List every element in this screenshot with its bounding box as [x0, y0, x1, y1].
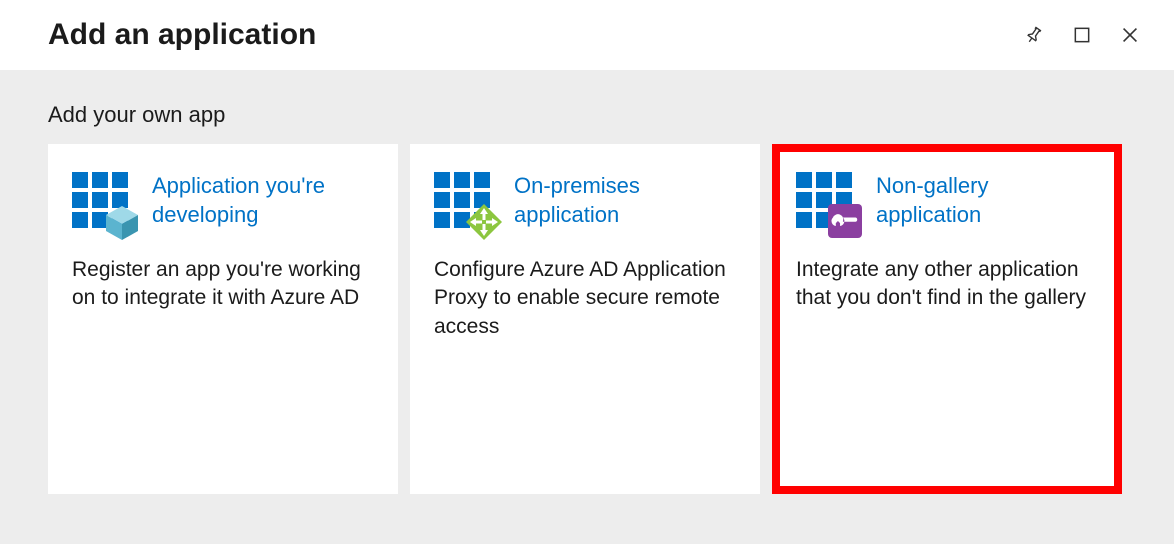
- card-title: On-premises application: [514, 172, 736, 229]
- card-description: Integrate any other application that you…: [796, 256, 1098, 313]
- card-description: Configure Azure AD Application Proxy to …: [434, 256, 736, 341]
- grid-wrench-icon: [796, 172, 858, 234]
- close-icon[interactable]: [1118, 23, 1142, 47]
- section-title: Add your own app: [48, 102, 1126, 128]
- card-head: Application you're developing: [72, 172, 374, 234]
- maximize-icon[interactable]: [1070, 23, 1094, 47]
- grid-arrows-icon: [434, 172, 496, 234]
- card-non-gallery[interactable]: Non-gallery application Integrate any ot…: [772, 144, 1122, 494]
- header: Add an application: [0, 0, 1174, 70]
- card-head: Non-gallery application: [796, 172, 1098, 234]
- card-head: On-premises application: [434, 172, 736, 234]
- grid-cube-icon: [72, 172, 134, 234]
- page-title: Add an application: [48, 18, 316, 52]
- card-on-premises[interactable]: On-premises application Configure Azure …: [410, 144, 760, 494]
- card-title: Non-gallery application: [876, 172, 1098, 229]
- card-title: Application you're developing: [152, 172, 374, 229]
- pin-icon[interactable]: [1022, 23, 1046, 47]
- cards-container: Application you're developing Register a…: [48, 144, 1126, 494]
- card-app-developing[interactable]: Application you're developing Register a…: [48, 144, 398, 494]
- content-area: Add your own app: [0, 70, 1174, 544]
- card-description: Register an app you're working on to int…: [72, 256, 374, 313]
- header-actions: [1022, 23, 1142, 47]
